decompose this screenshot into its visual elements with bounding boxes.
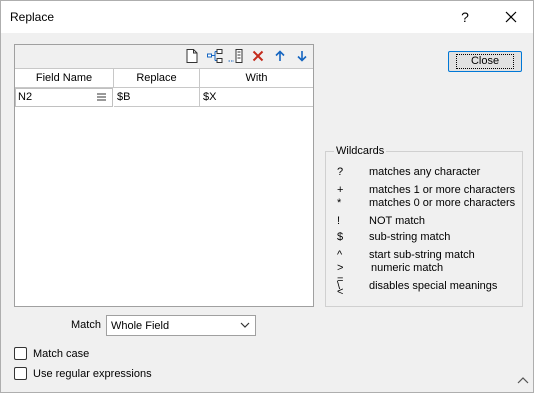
replace-grid-panel: Field Name Replace With N2 $B $X bbox=[14, 44, 314, 307]
replace-cell[interactable]: $B bbox=[114, 88, 200, 107]
match-label: Match bbox=[71, 319, 101, 331]
match-case-label[interactable]: Match case bbox=[33, 348, 89, 360]
wildcard-description: start sub-string match bbox=[369, 249, 475, 261]
grid-header: Field Name Replace With bbox=[15, 68, 313, 88]
column-header-replace[interactable]: Replace bbox=[114, 69, 200, 87]
column-header-with[interactable]: With bbox=[200, 69, 313, 87]
match-selected-value: Whole Field bbox=[111, 320, 170, 332]
wildcard-symbol: + bbox=[337, 184, 344, 196]
wildcard-description: NOT match bbox=[369, 215, 426, 227]
wildcard-description: matches 1 or more characters bbox=[369, 184, 516, 196]
wildcard-symbol: \ bbox=[337, 280, 341, 292]
match-select[interactable]: Whole Field bbox=[106, 315, 256, 336]
with-value: $X bbox=[203, 91, 217, 103]
wildcard-symbol: ? bbox=[337, 166, 344, 178]
wildcard-symbol: * bbox=[337, 197, 342, 209]
replace-value: $B bbox=[117, 91, 131, 103]
match-case-checkbox[interactable] bbox=[14, 347, 27, 360]
field-tree-icon[interactable] bbox=[206, 47, 224, 65]
wildcard-symbol: ! bbox=[337, 215, 341, 227]
wildcard-description: matches any character bbox=[369, 166, 481, 178]
replace-dialog: Replace ? Field Name Replace With N2 $B … bbox=[0, 0, 534, 393]
wildcard-description: sub-string match bbox=[369, 231, 451, 243]
chevron-up-icon[interactable] bbox=[517, 376, 529, 384]
grid-toolbar bbox=[15, 45, 313, 68]
close-button-label: Close bbox=[455, 54, 515, 69]
field-list-icon[interactable] bbox=[97, 93, 106, 101]
wildcard-description: numeric match bbox=[371, 262, 444, 274]
help-button[interactable]: ? bbox=[443, 1, 487, 33]
move-down-icon[interactable] bbox=[293, 47, 311, 65]
regex-checkbox[interactable] bbox=[14, 367, 27, 380]
with-cell[interactable]: $X bbox=[200, 88, 313, 107]
regex-label[interactable]: Use regular expressions bbox=[33, 368, 152, 380]
close-button[interactable]: Close bbox=[448, 51, 522, 72]
wildcards-legend: Wildcards bbox=[334, 145, 387, 157]
window-close-button[interactable] bbox=[489, 1, 533, 33]
help-icon: ? bbox=[461, 9, 469, 25]
wildcard-symbol: ^ bbox=[337, 249, 343, 261]
column-header-field-name[interactable]: Field Name bbox=[15, 69, 114, 87]
wildcard-description: disables special meanings bbox=[369, 280, 498, 292]
new-page-icon[interactable] bbox=[183, 47, 201, 65]
close-icon bbox=[505, 11, 517, 23]
delete-icon[interactable] bbox=[249, 47, 267, 65]
wildcard-symbol: $ bbox=[337, 231, 344, 243]
field-name-cell[interactable]: N2 bbox=[15, 88, 113, 107]
title-bar: Replace ? bbox=[1, 1, 533, 33]
field-name-value: N2 bbox=[18, 91, 33, 103]
insert-field-icon[interactable] bbox=[227, 47, 245, 65]
table-row: N2 $B $X bbox=[15, 88, 313, 107]
wildcard-description: matches 0 or more characters bbox=[369, 197, 516, 209]
move-up-icon[interactable] bbox=[271, 47, 289, 65]
chevron-down-icon bbox=[240, 322, 250, 328]
window-title: Replace bbox=[10, 10, 55, 24]
